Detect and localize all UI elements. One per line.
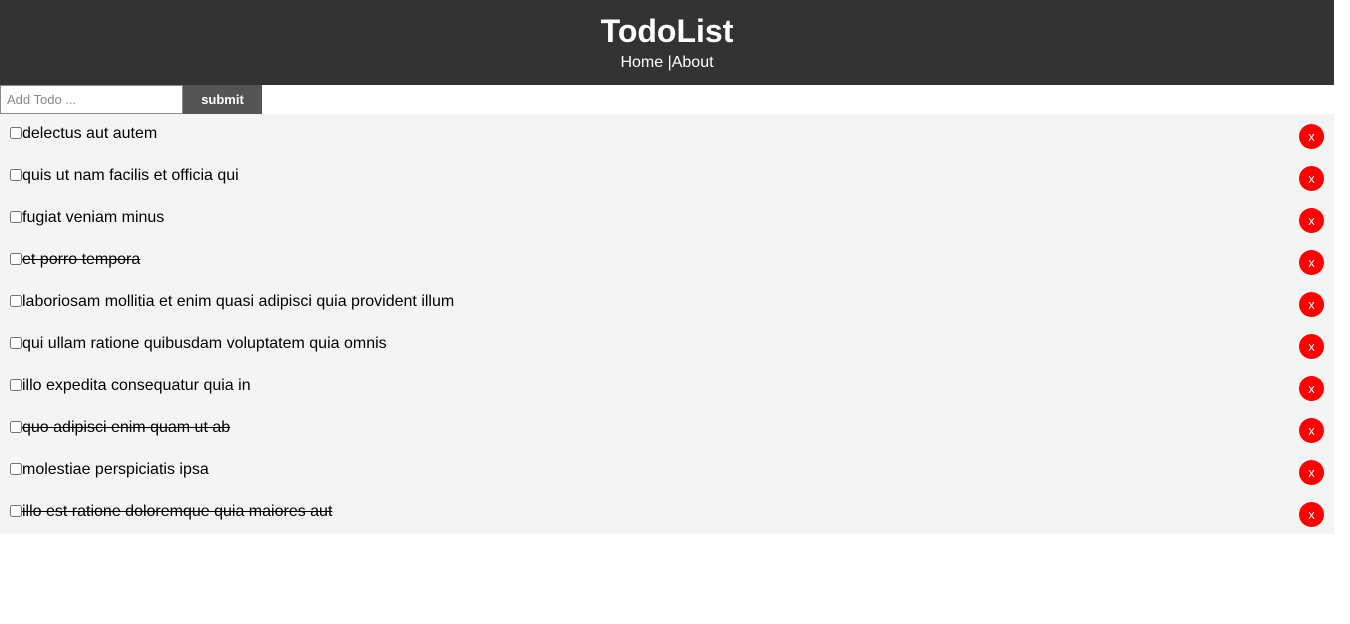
todo-checkbox[interactable] xyxy=(10,169,22,181)
nav-separator: | xyxy=(663,54,672,71)
delete-todo-button[interactable]: x xyxy=(1299,166,1324,191)
main-nav: Home |About xyxy=(0,53,1334,73)
todo-list: delectus aut autem x quis ut nam facilis… xyxy=(0,114,1334,534)
todo-item: quo adipisci enim quam ut ab x xyxy=(0,408,1334,450)
todo-item: fugiat veniam minus x xyxy=(0,198,1334,240)
todo-title: quo adipisci enim quam ut ab xyxy=(22,419,231,436)
todo-checkbox[interactable] xyxy=(10,421,22,433)
todo-item: illo expedita consequatur quia in x xyxy=(0,366,1334,408)
add-todo-form: submit xyxy=(0,85,1334,114)
delete-todo-button[interactable]: x xyxy=(1299,502,1324,527)
delete-todo-button[interactable]: x xyxy=(1299,292,1324,317)
todo-title: illo expedita consequatur quia in xyxy=(22,377,251,394)
todo-title: illo est ratione doloremque quia maiores… xyxy=(22,503,333,520)
delete-todo-button[interactable]: x xyxy=(1299,334,1324,359)
todo-title: delectus aut autem xyxy=(22,125,158,142)
todo-item: laboriosam mollitia et enim quasi adipis… xyxy=(0,282,1334,324)
todo-checkbox[interactable] xyxy=(10,253,22,265)
todo-checkbox[interactable] xyxy=(10,337,22,349)
nav-link-about[interactable]: About xyxy=(672,54,714,71)
todo-item: molestiae perspiciatis ipsa x xyxy=(0,450,1334,492)
delete-todo-button[interactable]: x xyxy=(1299,418,1324,443)
todo-title: et porro tempora xyxy=(22,251,141,268)
todo-item: quis ut nam facilis et officia qui x xyxy=(0,156,1334,198)
todo-item: illo est ratione doloremque quia maiores… xyxy=(0,492,1334,534)
app-header: TodoList Home |About xyxy=(0,0,1334,85)
todo-checkbox[interactable] xyxy=(10,505,22,517)
todo-title: qui ullam ratione quibusdam voluptatem q… xyxy=(22,335,387,352)
todo-title: laboriosam mollitia et enim quasi adipis… xyxy=(22,293,455,310)
delete-todo-button[interactable]: x xyxy=(1299,460,1324,485)
todo-checkbox[interactable] xyxy=(10,379,22,391)
todo-item: et porro tempora x xyxy=(0,240,1334,282)
todo-title: quis ut nam facilis et officia qui xyxy=(22,167,239,184)
todo-checkbox[interactable] xyxy=(10,463,22,475)
todo-app: TodoList Home |About submit delectus aut… xyxy=(0,0,1334,534)
delete-todo-button[interactable]: x xyxy=(1299,250,1324,275)
submit-button[interactable]: submit xyxy=(183,85,262,114)
page-title: TodoList xyxy=(600,13,734,49)
delete-todo-button[interactable]: x xyxy=(1299,124,1324,149)
nav-link-home[interactable]: Home xyxy=(620,54,663,71)
todo-item: delectus aut autem x xyxy=(0,114,1334,156)
todo-checkbox[interactable] xyxy=(10,295,22,307)
todo-item: qui ullam ratione quibusdam voluptatem q… xyxy=(0,324,1334,366)
add-todo-input[interactable] xyxy=(0,85,183,114)
delete-todo-button[interactable]: x xyxy=(1299,376,1324,401)
todo-title: molestiae perspiciatis ipsa xyxy=(22,461,209,478)
todo-checkbox[interactable] xyxy=(10,211,22,223)
delete-todo-button[interactable]: x xyxy=(1299,208,1324,233)
todo-title: fugiat veniam minus xyxy=(22,209,165,226)
todo-checkbox[interactable] xyxy=(10,127,22,139)
